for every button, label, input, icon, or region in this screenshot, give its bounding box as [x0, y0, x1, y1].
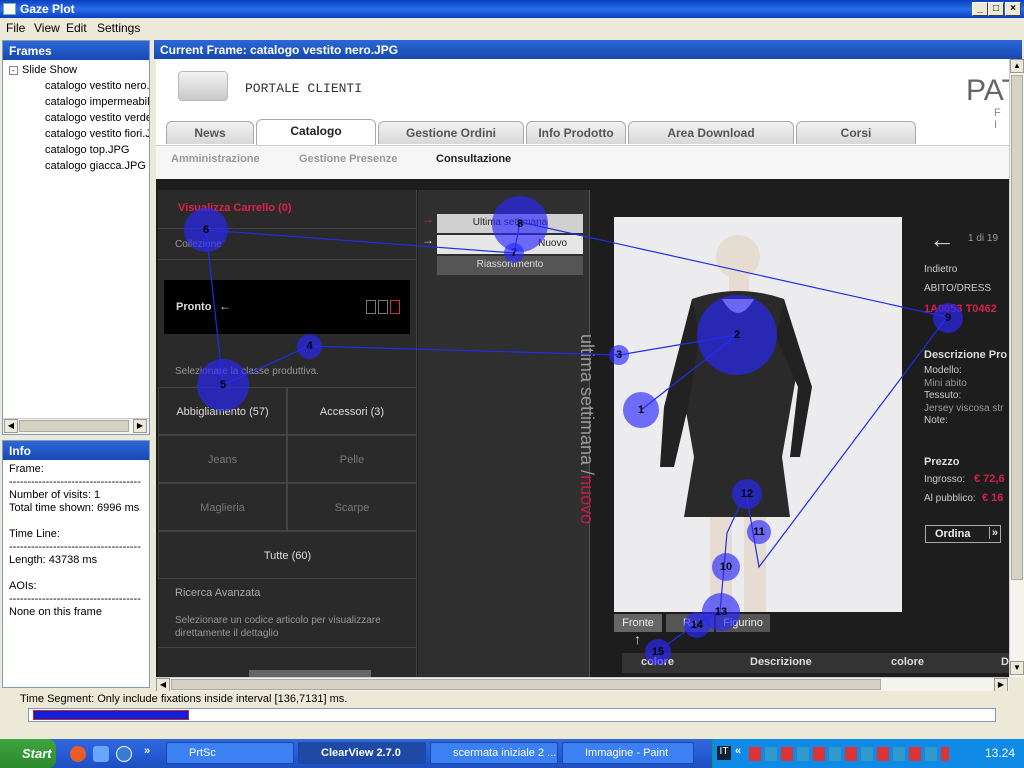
app-icon: [3, 3, 16, 15]
fixation-marker: 14: [684, 612, 710, 638]
tree-root[interactable]: - Slide Show: [9, 62, 149, 78]
menu-bar: File View Edit Settings: [0, 18, 1024, 38]
scroll-right-icon[interactable]: ▶: [994, 678, 1008, 692]
close-button[interactable]: ×: [1005, 2, 1021, 16]
scroll-left-icon[interactable]: ◀: [4, 419, 18, 433]
fixation-marker: 9: [933, 303, 963, 333]
menu-settings[interactable]: Settings: [97, 21, 140, 35]
scroll-right-icon[interactable]: ▶: [133, 419, 147, 433]
fixation-marker: 15: [645, 639, 671, 665]
minimize-button[interactable]: _: [972, 2, 988, 16]
task-clearview[interactable]: ClearView 2.7.0: [298, 742, 426, 764]
info-timeline-label: Time Line:: [9, 528, 60, 540]
tray-expand-icon[interactable]: «: [735, 745, 741, 757]
info-aois-value: None on this frame: [9, 606, 102, 618]
scroll-thumb[interactable]: [19, 420, 129, 432]
taskbar: Start » PrtSc ClearView 2.7.0 scermata i…: [0, 739, 1024, 768]
gaze-path: [205, 221, 949, 652]
tree-item-frame[interactable]: catalogo impermeabile: [45, 94, 149, 110]
frames-horizontal-scrollbar[interactable]: ◀ ▶: [3, 418, 149, 434]
maximize-button[interactable]: □: [988, 2, 1004, 16]
scroll-thumb[interactable]: [1011, 75, 1023, 580]
fixation-marker: 4: [297, 334, 322, 359]
quicklaunch-icon[interactable]: [116, 746, 132, 762]
info-frame-label: Frame:: [9, 463, 44, 475]
scroll-thumb[interactable]: [171, 679, 881, 690]
frames-panel-title: Frames: [3, 41, 149, 60]
fixation-marker: 12: [732, 479, 762, 509]
menu-edit[interactable]: Edit: [66, 21, 87, 35]
more-chevron-icon[interactable]: »: [144, 745, 150, 757]
task-prtsc[interactable]: PrtSc: [166, 742, 294, 764]
frame-vertical-scrollbar[interactable]: ▲ ▼: [1009, 59, 1024, 677]
info-panel: Info Frame: ----------------------------…: [2, 440, 150, 688]
divider: ------------------------------------: [9, 476, 141, 488]
clock: 13.24: [985, 746, 1016, 760]
info-total-time: Total time shown: 6996 ms: [9, 502, 140, 514]
tree-item-frame[interactable]: catalogo top.JPG: [45, 142, 149, 158]
current-frame-title: Current Frame: catalogo vestito nero.JPG: [154, 40, 1022, 59]
fixation-marker: 2: [697, 295, 777, 375]
info-length: Length: 43738 ms: [9, 554, 98, 566]
time-segment-slider[interactable]: [28, 708, 996, 722]
frame-horizontal-scrollbar[interactable]: ◀ ▶: [156, 677, 1009, 692]
tree-item-frame[interactable]: catalogo vestito fiori.J: [45, 126, 149, 142]
tree-item-frame[interactable]: catalogo vestito verde: [45, 110, 149, 126]
frames-panel: Frames - Slide Show catalogo vestito nero…: [2, 40, 150, 435]
info-visits: Number of visits: 1: [9, 489, 101, 501]
menu-file[interactable]: File: [6, 21, 25, 35]
info-aois-label: AOIs:: [9, 580, 37, 592]
menu-view[interactable]: View: [34, 21, 60, 35]
title-bar: Gaze Plot _ □ ×: [0, 0, 1024, 18]
time-segment-range[interactable]: [33, 710, 189, 720]
fixation-marker: 1: [623, 392, 659, 428]
divider: ------------------------------------: [9, 593, 141, 605]
tree-item-frame[interactable]: catalogo vestito nero.: [45, 78, 149, 94]
fixation-marker: 5: [197, 359, 249, 411]
divider: ------------------------------------: [9, 541, 141, 553]
task-paint[interactable]: Immagine - Paint: [562, 742, 694, 764]
scroll-left-icon[interactable]: ◀: [156, 678, 170, 692]
time-segment-panel: Time Segment: Only include fixations ins…: [0, 691, 1024, 739]
fixation-marker: 8: [492, 196, 548, 252]
info-panel-title: Info: [3, 441, 149, 460]
window-title: Gaze Plot: [20, 2, 75, 16]
time-segment-label: Time Segment: Only include fixations ins…: [20, 693, 348, 705]
system-tray: IT « 13.24: [712, 739, 1024, 768]
frame-view: PORTALE CLIENTI PAT F I News Catalogo Ge…: [156, 59, 1009, 677]
tray-icons[interactable]: [749, 747, 949, 761]
scroll-up-icon[interactable]: ▲: [1010, 59, 1024, 73]
quicklaunch-icon[interactable]: [70, 746, 86, 762]
scroll-down-icon[interactable]: ▼: [1010, 661, 1024, 675]
quicklaunch-icon[interactable]: [93, 746, 109, 762]
fixation-marker: 10: [712, 553, 740, 581]
start-button[interactable]: Start: [0, 739, 56, 768]
fixation-marker: 11: [747, 520, 771, 544]
tree-item-frame[interactable]: catalogo giacca.JPG: [45, 158, 149, 174]
fixation-marker: 3: [609, 345, 629, 365]
task-scermata[interactable]: scermata iniziale 2 ...: [430, 742, 558, 764]
tray-icon[interactable]: IT: [717, 746, 731, 760]
fixation-marker: 6: [184, 208, 228, 252]
